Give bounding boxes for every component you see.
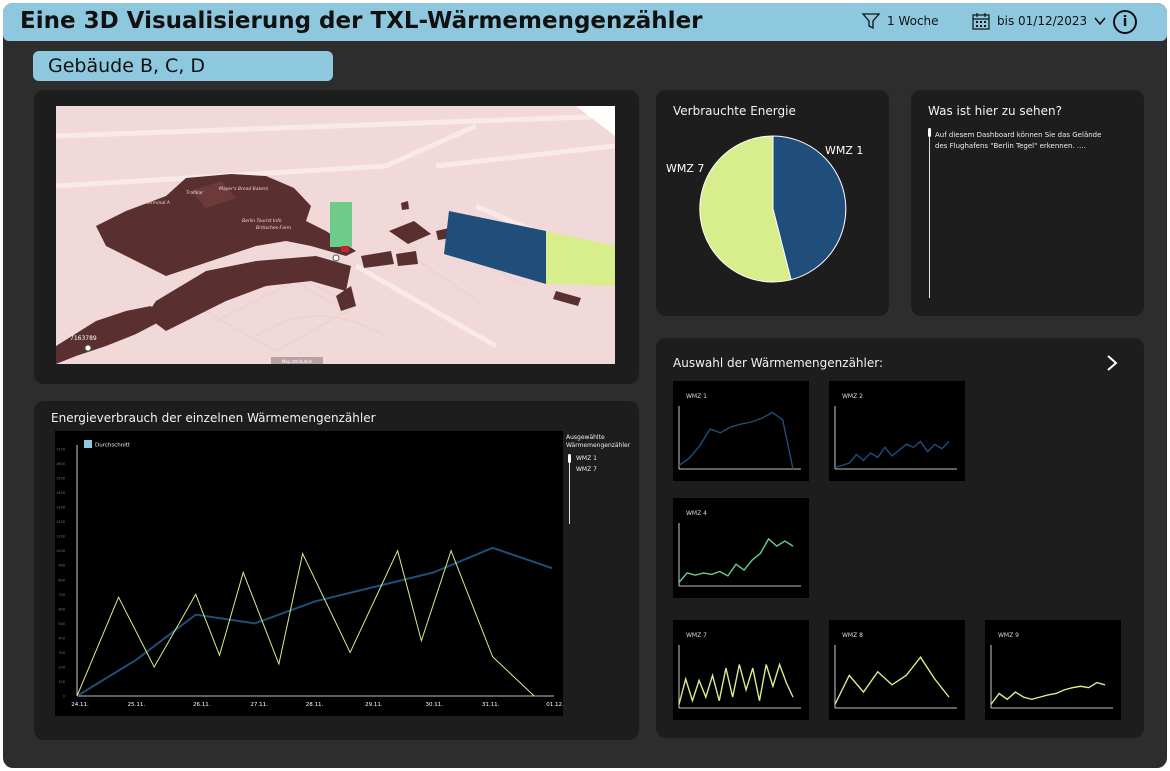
wmz-tile[interactable]: WMZ 2 [829, 381, 965, 481]
info-scrollbar[interactable] [928, 128, 931, 298]
x-tick-label: 24.11. [71, 702, 89, 708]
consumption-chart: 0 100 200 300 400 500 600 700 800 900 1000 1100 1200… [56, 440, 564, 708]
date-selector[interactable]: bis 01/12/2023 [971, 11, 1107, 31]
x-tick-label: 26.11. [193, 702, 211, 708]
y-tick-label: 1300 [56, 506, 65, 510]
series-line [76, 549, 535, 697]
wmz-selector-title: Ausgewählte Wärmemengenzähler [566, 434, 631, 449]
time-filter[interactable]: 1 Woche [861, 11, 939, 31]
consumption-title: Energieverbrauch der einzelnen Wärmemeng… [51, 411, 376, 425]
wmz-tile[interactable]: WMZ 4 [673, 498, 809, 598]
top-bar: Eine 3D Visualisierung der TXL-Wärmemeng… [3, 3, 1167, 41]
legend-swatch [84, 440, 92, 448]
selection-title: Auswahl der Wärmemengenzähler: [673, 356, 884, 370]
building-selector[interactable]: Gebäude B, C, D [33, 51, 333, 81]
selector-item-wmz7[interactable]: WMZ 7 [576, 466, 597, 473]
y-tick-label: 1000 [56, 549, 65, 553]
wmz-tile-label: WMZ 1 [686, 393, 707, 400]
consumption-chart-area: 0 100 200 300 400 500 600 700 800 900 1000 1100 1200… [55, 431, 564, 716]
y-tick-label: 1700 [56, 448, 65, 452]
pie-label-wmz7: WMZ 7 [666, 162, 704, 175]
energy-pie-panel: Verbrauchte Energie WMZ 1 WMZ 7 [656, 90, 889, 316]
y-tick-label: 100 [58, 680, 65, 684]
map-marker-label: 7163789 [70, 335, 97, 342]
x-tick-label: 25.11. [128, 702, 146, 708]
y-tick-label: 300 [58, 651, 65, 655]
sparkline [834, 656, 950, 705]
wmz-tile-label: WMZ 4 [686, 510, 707, 517]
legend-label: Durchschnitt [95, 443, 131, 449]
wmz-selector: Ausgewählte Wärmemengenzähler WMZ 1 WMZ … [566, 434, 636, 524]
dashboard-frame: Eine 3D Visualisierung der TXL-Wärmemeng… [3, 3, 1167, 768]
time-filter-label: 1 Woche [887, 14, 939, 28]
series-line [76, 546, 553, 697]
wmz-tile[interactable]: WMZ 1 [673, 381, 809, 481]
y-tick-label: 200 [58, 665, 65, 669]
map-label: Layoutfier [214, 259, 238, 265]
wmz-tile-label: WMZ 9 [998, 632, 1019, 639]
sparkline [990, 681, 1106, 705]
calendar-icon [972, 13, 990, 30]
x-tick-label: 29.11. [365, 702, 383, 708]
selector-item-wmz1[interactable]: WMZ 1 [576, 455, 597, 462]
info-icon[interactable]: i [1113, 10, 1137, 34]
info-panel-text: Auf diesem Dashboard können Sie das Gelä… [935, 131, 1102, 150]
y-tick-label: 0 [63, 695, 65, 699]
y-tick-label: 400 [58, 636, 65, 640]
map-label: red bermo [256, 246, 280, 252]
map-label: Trafikar [186, 190, 204, 196]
wmz-tile-label: WMZ 7 [686, 632, 707, 639]
y-tick-label: 900 [58, 564, 65, 568]
wmz-tile-label: WMZ 2 [842, 393, 863, 400]
wmz-tile[interactable]: WMZ 7 [673, 620, 809, 720]
chevron-down-icon [1094, 17, 1106, 26]
sparkline [678, 537, 794, 583]
map-label: Britisches-Farm [256, 225, 292, 231]
y-tick-label: 1100 [56, 535, 65, 539]
x-tick-label: 31.11. [482, 702, 500, 708]
y-tick-label: 1200 [56, 520, 65, 524]
funnel-icon [861, 13, 881, 30]
x-tick-label: 01.12. [546, 702, 563, 708]
date-label: bis 01/12/2023 [997, 14, 1088, 28]
chevron-right-icon[interactable] [1105, 354, 1119, 372]
app-title: Eine 3D Visualisierung der TXL-Wärmemeng… [20, 8, 703, 34]
pie-label-wmz1: WMZ 1 [825, 144, 863, 157]
x-tick-label: 27.11. [250, 702, 268, 708]
x-tick-label: 30.11. [426, 702, 444, 708]
wmz-tile[interactable]: WMZ 9 [985, 620, 1121, 720]
wmz-selection-panel: Auswahl der Wärmemengenzähler: WMZ 1 WMZ… [656, 338, 1144, 738]
map-label: Berlin Tourist Info [242, 218, 282, 224]
sparkline [834, 440, 950, 469]
selector-scrollbar[interactable] [568, 454, 571, 524]
info-panel: Was ist hier zu sehen? Auf diesem Dashbo… [911, 90, 1144, 316]
map-attribution: Map attribution [282, 359, 313, 364]
y-tick-label: 600 [58, 607, 65, 611]
y-tick-label: 1500 [56, 477, 65, 481]
sparkline [678, 411, 794, 470]
x-tick-label: 28.11. [306, 702, 324, 708]
map-view[interactable]: Mayer's Bread Bakers Trafikar Terminal A… [56, 106, 615, 364]
map-label: Mayer's Bread Bakers [219, 186, 269, 192]
map-svg: Mayer's Bread Bakers Trafikar Terminal A… [56, 106, 615, 364]
wmz-tile[interactable]: WMZ 8 [829, 620, 965, 720]
energy-pie-chart: WMZ 1 WMZ 7 [666, 135, 863, 283]
consumption-panel: Energieverbrauch der einzelnen Wärmemeng… [34, 401, 639, 740]
y-tick-label: 1400 [56, 491, 65, 495]
map-label: Terminal A [146, 200, 170, 206]
y-tick-label: 800 [58, 578, 65, 582]
y-tick-label: 700 [58, 593, 65, 597]
wmz-bar-green[interactable] [330, 202, 352, 247]
sparkline [678, 662, 794, 705]
info-panel-title: Was ist hier zu sehen? [928, 104, 1063, 118]
y-tick-label: 1600 [56, 462, 65, 466]
map-panel: Mayer's Bread Bakers Trafikar Terminal A… [34, 90, 639, 384]
y-tick-label: 500 [58, 622, 65, 626]
wmz-tile-label: WMZ 8 [842, 632, 863, 639]
